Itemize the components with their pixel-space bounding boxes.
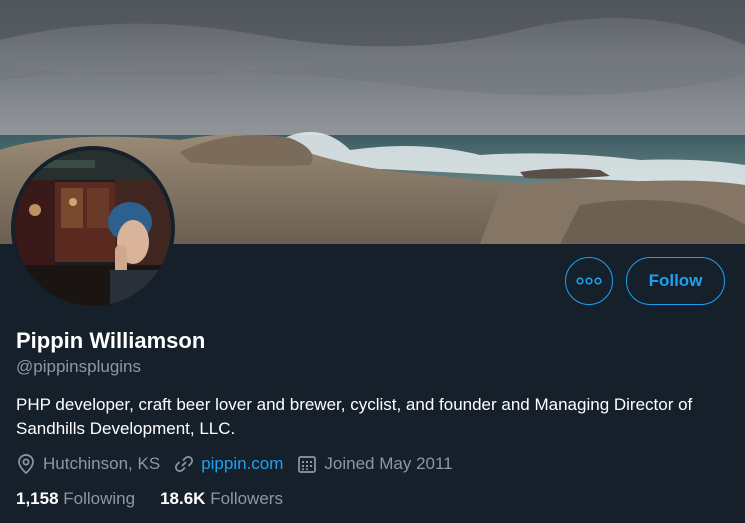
- location-item: Hutchinson, KS: [16, 453, 160, 475]
- website-link[interactable]: pippin.com: [201, 454, 283, 474]
- joined-text: Joined May 2011: [324, 454, 453, 473]
- website-item[interactable]: pippin.com: [174, 454, 283, 474]
- followers-stat[interactable]: 18.6K Followers: [160, 489, 283, 509]
- profile-stats: 1,158 Following 18.6K Followers: [16, 489, 308, 509]
- location-text: Hutchinson, KS: [43, 454, 161, 473]
- joined-item: Joined May 2011: [297, 454, 453, 474]
- more-icon: [576, 277, 602, 285]
- link-icon: [175, 456, 194, 472]
- more-options-button[interactable]: [565, 257, 613, 305]
- followers-label: Followers: [210, 489, 283, 508]
- profile-avatar[interactable]: [11, 146, 175, 310]
- followers-count: 18.6K: [160, 489, 206, 508]
- following-label: Following: [63, 489, 136, 508]
- follow-button-label: Follow: [648, 271, 703, 290]
- following-stat[interactable]: 1,158 Following: [16, 489, 135, 509]
- profile-name: Pippin Williamson: [16, 328, 206, 353]
- calendar-icon: [298, 456, 317, 473]
- profile-bio: PHP developer, craft beer lover and brew…: [16, 395, 693, 438]
- follow-button[interactable]: Follow: [626, 257, 725, 305]
- profile-meta: Hutchinson, KS pippin.com Joined May 201…: [16, 452, 467, 476]
- location-pin-icon: [18, 454, 34, 475]
- following-count: 1,158: [16, 489, 59, 508]
- profile-handle: @pippinsplugins: [16, 357, 142, 376]
